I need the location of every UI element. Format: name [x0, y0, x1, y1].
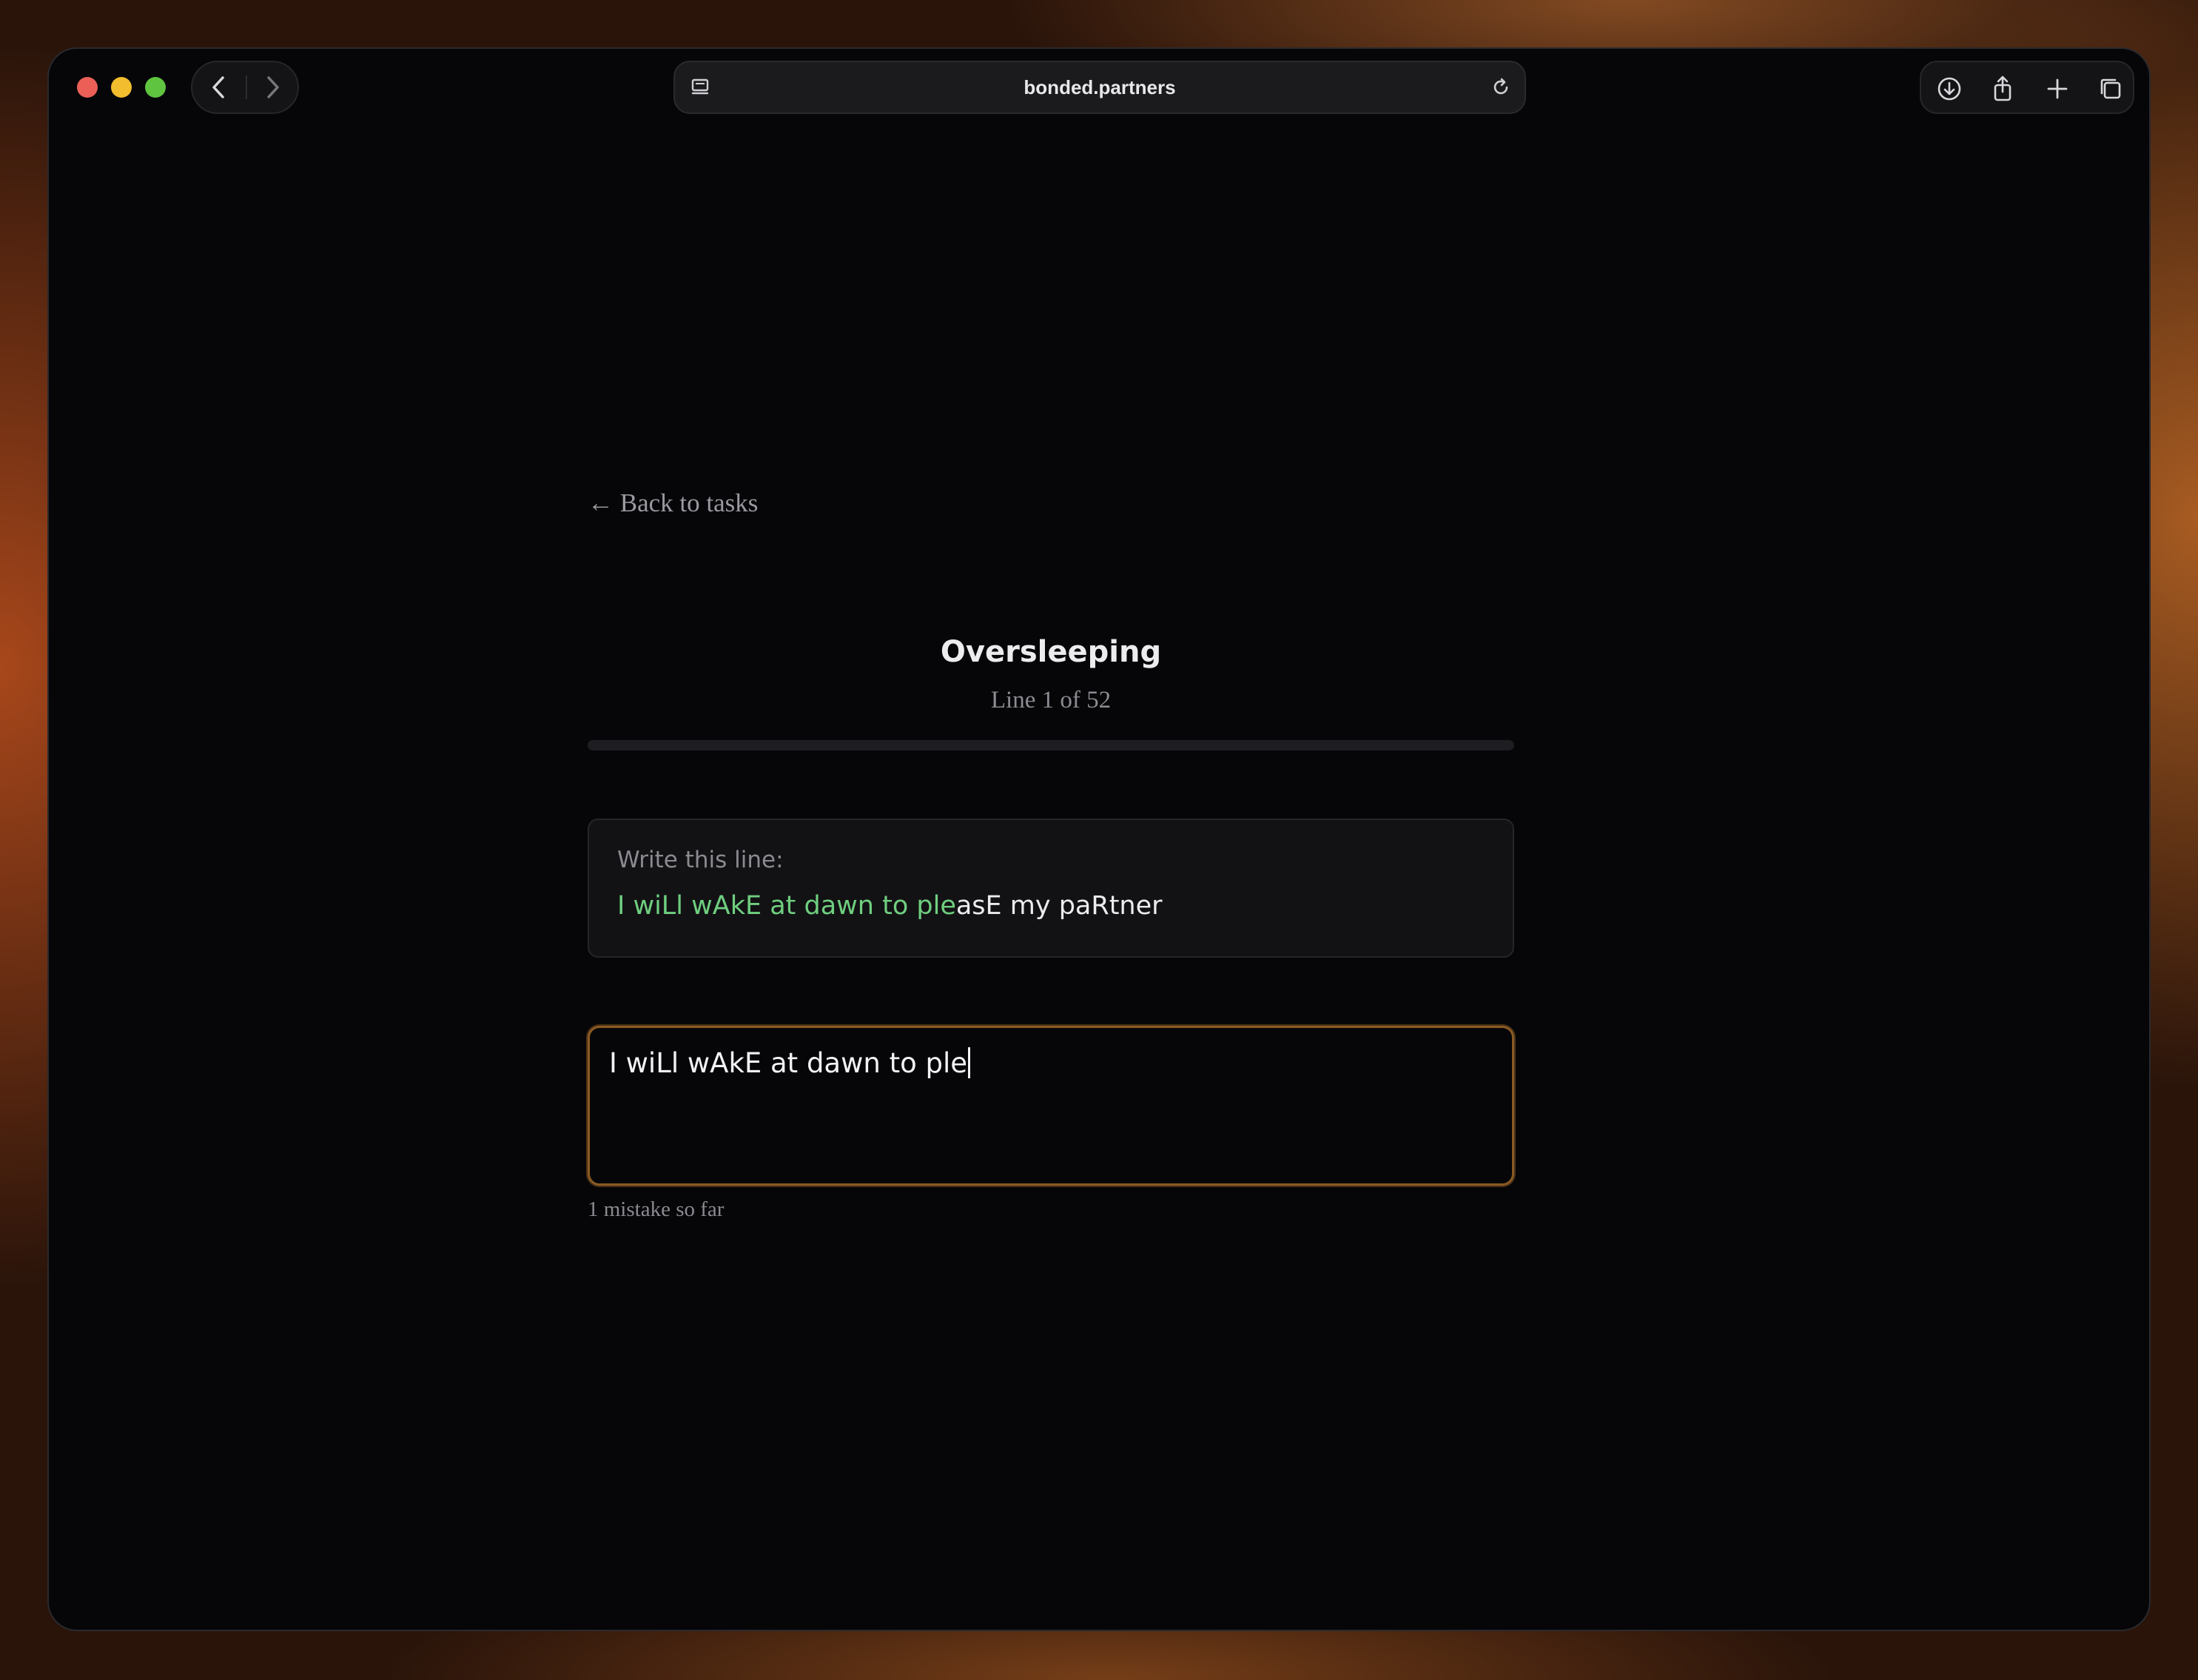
line-counter: Line 1 of 52 — [990, 687, 1112, 713]
toolbar-actions — [1920, 61, 2134, 114]
plus-icon[interactable] — [2043, 74, 2072, 104]
reload-icon[interactable] — [1489, 75, 1513, 99]
chevron-right-icon — [267, 76, 279, 98]
target-line-typed: I wiLl wAkE at dawn to ple — [617, 891, 956, 921]
back-to-tasks-link[interactable]: ← Back to tasks — [588, 488, 758, 518]
chevron-left-icon — [212, 76, 224, 98]
progress-bar — [588, 740, 1514, 750]
target-line-remaining: asE my paRtner — [955, 891, 1163, 921]
forward-button[interactable] — [246, 62, 299, 112]
target-line: I wiLl wAkE at dawn to pleasE my paRtner — [617, 891, 1163, 921]
prompt-label: Write this line: — [617, 847, 784, 873]
mistake-counter: 1 mistake so far — [588, 1197, 725, 1221]
url-text[interactable]: bonded.partners — [675, 62, 1525, 112]
address-bar[interactable]: bonded.partners — [673, 61, 1526, 114]
line-input-text: I wiLl wAkE at dawn to ple — [609, 1047, 968, 1079]
download-icon[interactable] — [1935, 74, 1964, 104]
close-window-button[interactable] — [77, 77, 98, 98]
navigation-buttons — [191, 61, 299, 114]
target-line-card: Write this line: I wiLl wAkE at dawn to … — [588, 819, 1514, 958]
text-caret — [968, 1047, 971, 1078]
back-button[interactable] — [192, 62, 246, 112]
tab-overview-icon[interactable] — [2096, 74, 2125, 104]
zoom-window-button[interactable] — [145, 77, 166, 98]
minimize-window-button[interactable] — [111, 77, 132, 98]
browser-toolbar: bonded.partners — [49, 49, 2149, 126]
line-input[interactable]: I wiLl wAkE at dawn to ple — [588, 1026, 1514, 1186]
share-icon[interactable] — [1988, 74, 2017, 104]
task-title: Oversleeping — [940, 635, 1162, 669]
